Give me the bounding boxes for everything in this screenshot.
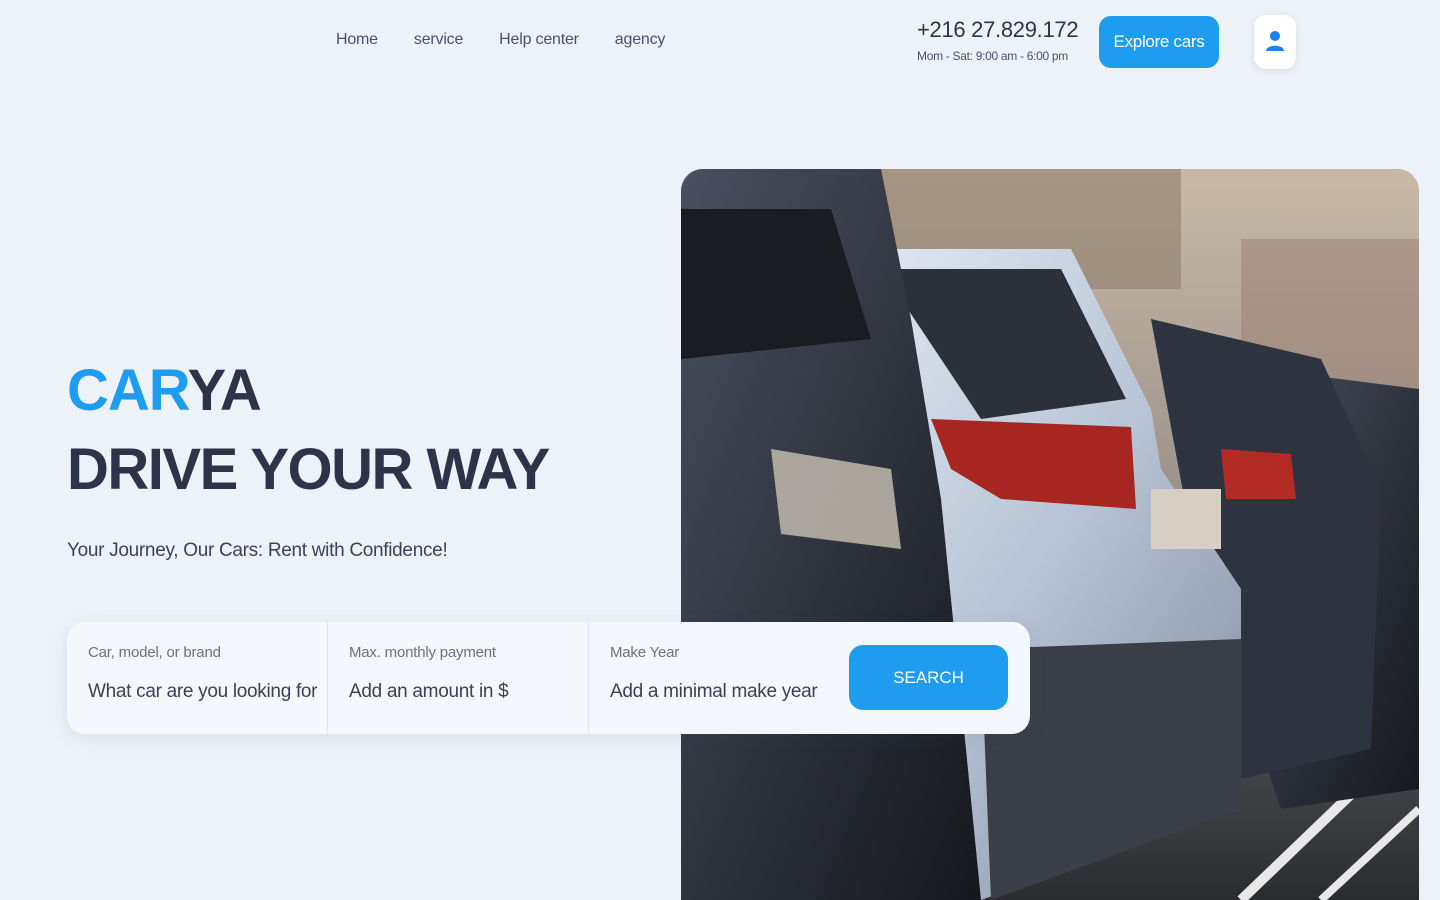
nav-link-agency[interactable]: agency: [615, 31, 666, 49]
brand-accent: CAR: [67, 358, 189, 423]
field-label: Make Year: [610, 644, 680, 661]
make-year-input[interactable]: [610, 681, 840, 703]
nav-link-help-center[interactable]: Help center: [499, 31, 579, 49]
car-search-form: Car, model, or brand Max. monthly paymen…: [67, 622, 1030, 734]
opening-hours: Mom - Sat: 9:00 am - 6:00 pm: [917, 49, 1068, 63]
search-field-year: Make Year: [589, 622, 849, 734]
explore-cars-button[interactable]: Explore cars: [1099, 16, 1219, 68]
user-icon: [1265, 30, 1285, 55]
search-field-car: Car, model, or brand: [67, 622, 328, 734]
nav-link-home[interactable]: Home: [336, 31, 378, 49]
hero-subtitle: Your Journey, Our Cars: Rent with Confid…: [67, 540, 448, 561]
search-field-payment: Max. monthly payment: [328, 622, 589, 734]
parked-cars-illustration: [681, 169, 1419, 900]
field-label: Car, model, or brand: [88, 644, 221, 661]
main-nav: Home service Help center agency: [336, 31, 701, 49]
search-button[interactable]: SEARCH: [849, 645, 1008, 710]
page: Home service Help center agency +216 27.…: [0, 0, 1440, 900]
phone-number[interactable]: +216 27.829.172: [917, 17, 1079, 43]
nav-link-service[interactable]: service: [414, 31, 463, 49]
brand-name: CARYA: [67, 362, 262, 420]
hero-car-image: [681, 169, 1419, 900]
user-account-button[interactable]: [1254, 15, 1296, 69]
field-label: Max. monthly payment: [349, 644, 496, 661]
hero-tagline: DRIVE YOUR WAY: [67, 437, 550, 502]
monthly-payment-input[interactable]: [349, 681, 579, 703]
contact-info: +216 27.829.172 Mom - Sat: 9:00 am - 6:0…: [917, 17, 1079, 63]
car-model-input[interactable]: [88, 681, 318, 703]
brand-rest: YA: [187, 358, 262, 423]
